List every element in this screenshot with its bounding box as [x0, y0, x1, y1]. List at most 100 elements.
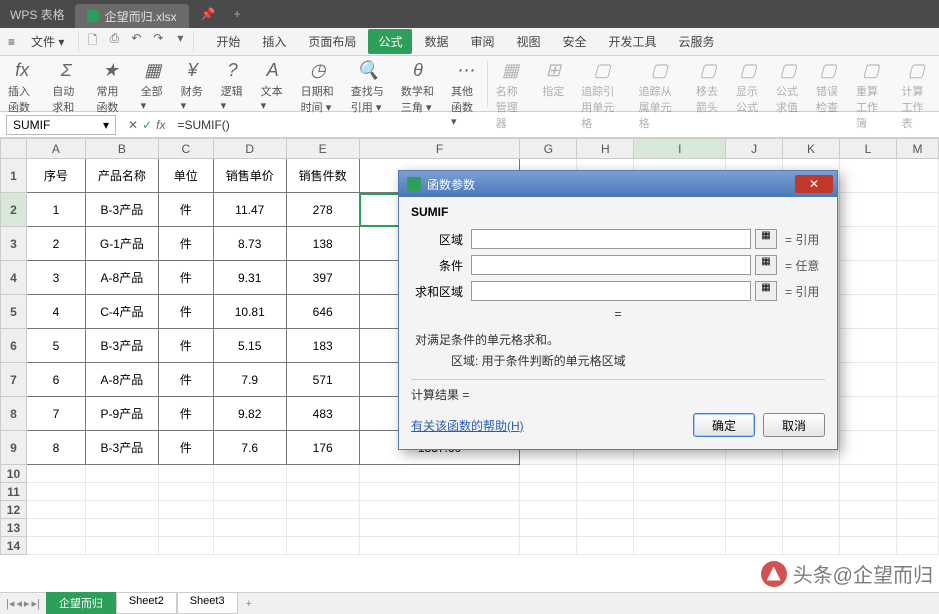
cell-A2[interactable]: 1 — [26, 193, 85, 227]
cell-L13[interactable] — [840, 519, 897, 537]
row-header-2[interactable]: 2 — [1, 193, 27, 227]
ribbon-公式求值[interactable]: ▢公式求值 — [768, 56, 808, 119]
row-header-11[interactable]: 11 — [1, 483, 27, 501]
cell-C4[interactable]: 件 — [158, 261, 213, 295]
cell-D3[interactable]: 8.73 — [213, 227, 286, 261]
name-box[interactable]: SUMIF▾ — [6, 115, 116, 135]
ribbon-tab-7[interactable]: 安全 — [553, 29, 597, 54]
cell-M10[interactable] — [896, 465, 938, 483]
cell-M7[interactable] — [896, 363, 938, 397]
sheet-nav[interactable]: |◂◂▸▸| — [0, 597, 46, 610]
cell-E8[interactable]: 483 — [286, 397, 359, 431]
ribbon-tab-9[interactable]: 云服务 — [669, 29, 725, 54]
cell-B2[interactable]: B-3产品 — [85, 193, 158, 227]
row-header-1[interactable]: 1 — [1, 159, 27, 193]
cell-B5[interactable]: C-4产品 — [85, 295, 158, 329]
cell-I10[interactable] — [634, 465, 726, 483]
ribbon-追踪从属单元格[interactable]: ▢追踪从属单元格 — [631, 56, 688, 135]
cell-M2[interactable] — [896, 193, 938, 227]
cell-D2[interactable]: 11.47 — [213, 193, 286, 227]
cell-C6[interactable]: 件 — [158, 329, 213, 363]
row-header-14[interactable]: 14 — [1, 537, 27, 555]
cell-L7[interactable] — [840, 363, 897, 397]
cell-H11[interactable] — [577, 483, 634, 501]
cell-H10[interactable] — [577, 465, 634, 483]
cell-B12[interactable] — [85, 501, 158, 519]
ribbon-逻辑[interactable]: ?逻辑 ▾ — [213, 56, 253, 116]
qat-undo-icon[interactable]: ↶ — [127, 31, 145, 52]
ribbon-数学和三角[interactable]: θ数学和三角 ▾ — [393, 56, 443, 119]
cell-E9[interactable]: 176 — [286, 431, 359, 465]
cell-E3[interactable]: 138 — [286, 227, 359, 261]
cell-L12[interactable] — [840, 501, 897, 519]
col-header-K[interactable]: K — [783, 139, 840, 159]
ribbon-tab-4[interactable]: 数据 — [414, 29, 458, 54]
col-header-E[interactable]: E — [286, 139, 359, 159]
cell-E13[interactable] — [286, 519, 359, 537]
arg-input-区域[interactable] — [471, 229, 751, 249]
cell-C5[interactable]: 件 — [158, 295, 213, 329]
cell-M11[interactable] — [896, 483, 938, 501]
cell-C8[interactable]: 件 — [158, 397, 213, 431]
col-header-J[interactable]: J — [726, 139, 783, 159]
cell-G12[interactable] — [520, 501, 577, 519]
cell-B14[interactable] — [85, 537, 158, 555]
arg-input-条件[interactable] — [471, 255, 751, 275]
ribbon-追踪引用单元格[interactable]: ▢追踪引用单元格 — [573, 56, 630, 135]
ribbon-tab-2[interactable]: 页面布局 — [298, 29, 366, 54]
cell-A5[interactable]: 4 — [26, 295, 85, 329]
cell-K11[interactable] — [783, 483, 840, 501]
cell-A4[interactable]: 3 — [26, 261, 85, 295]
row-header-4[interactable]: 4 — [1, 261, 27, 295]
ribbon-tab-6[interactable]: 视图 — [506, 29, 550, 54]
range-picker-icon[interactable]: ▦ — [755, 255, 777, 275]
add-sheet-button[interactable]: + — [238, 598, 260, 610]
row-header-7[interactable]: 7 — [1, 363, 27, 397]
cell-C10[interactable] — [158, 465, 213, 483]
cell-M12[interactable] — [896, 501, 938, 519]
cell-D6[interactable]: 5.15 — [213, 329, 286, 363]
row-header-9[interactable]: 9 — [1, 431, 27, 465]
cell-E5[interactable]: 646 — [286, 295, 359, 329]
col-header-I[interactable]: I — [634, 139, 726, 159]
cell-E11[interactable] — [286, 483, 359, 501]
cell-L14[interactable] — [840, 537, 897, 555]
cell-E1[interactable]: 销售件数 — [286, 159, 359, 193]
cell-J10[interactable] — [726, 465, 783, 483]
cell-B1[interactable]: 产品名称 — [85, 159, 158, 193]
cell-D13[interactable] — [213, 519, 286, 537]
cell-K14[interactable] — [783, 537, 840, 555]
cell-B3[interactable]: G-1产品 — [85, 227, 158, 261]
range-picker-icon[interactable]: ▦ — [755, 281, 777, 301]
cell-K10[interactable] — [783, 465, 840, 483]
cell-A8[interactable]: 7 — [26, 397, 85, 431]
cell-M1[interactable] — [896, 159, 938, 193]
cell-M3[interactable] — [896, 227, 938, 261]
ribbon-tab-0[interactable]: 开始 — [206, 29, 250, 54]
cell-E6[interactable]: 183 — [286, 329, 359, 363]
ribbon-名称管理器[interactable]: ▦名称管理器 — [488, 56, 534, 135]
ribbon-显示公式[interactable]: ▢显示公式 — [728, 56, 768, 119]
ribbon-tab-3[interactable]: 公式 — [368, 29, 412, 54]
ribbon-查找与引用[interactable]: 🔍查找与引用 ▾ — [343, 56, 393, 119]
ribbon-指定[interactable]: ⊞指定 — [533, 56, 573, 103]
cell-H12[interactable] — [577, 501, 634, 519]
col-header-G[interactable]: G — [520, 139, 577, 159]
cell-L9[interactable] — [840, 431, 897, 465]
cell-C13[interactable] — [158, 519, 213, 537]
arg-input-求和区域[interactable] — [471, 281, 751, 301]
cell-E2[interactable]: 278 — [286, 193, 359, 227]
ok-button[interactable]: 确定 — [693, 413, 755, 437]
cell-F12[interactable] — [359, 501, 520, 519]
cell-B4[interactable]: A-8产品 — [85, 261, 158, 295]
cell-L11[interactable] — [840, 483, 897, 501]
cell-J13[interactable] — [726, 519, 783, 537]
new-tab-button[interactable]: + — [234, 7, 241, 21]
cell-K13[interactable] — [783, 519, 840, 537]
row-header-10[interactable]: 10 — [1, 465, 27, 483]
cell-F10[interactable] — [359, 465, 520, 483]
cell-D1[interactable]: 销售单价 — [213, 159, 286, 193]
cell-D12[interactable] — [213, 501, 286, 519]
cell-D7[interactable]: 7.9 — [213, 363, 286, 397]
cell-A10[interactable] — [26, 465, 85, 483]
